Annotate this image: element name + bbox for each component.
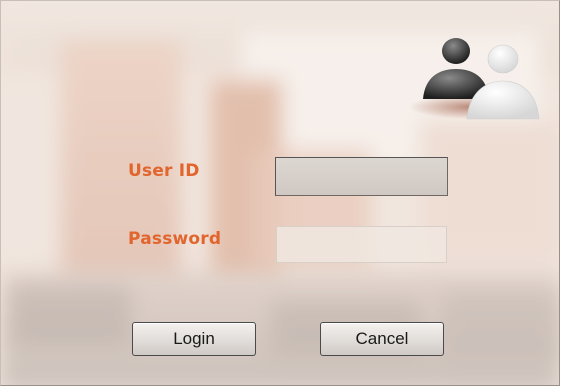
- password-label: Password: [128, 229, 222, 249]
- user-id-label: User ID: [128, 161, 200, 181]
- login-dialog: User ID Password Login Cancel: [0, 0, 560, 386]
- user-id-field[interactable]: [275, 157, 448, 196]
- login-button[interactable]: Login: [132, 322, 256, 356]
- cancel-button[interactable]: Cancel: [320, 322, 444, 356]
- users-icon: [409, 38, 540, 120]
- password-field[interactable]: [276, 226, 447, 263]
